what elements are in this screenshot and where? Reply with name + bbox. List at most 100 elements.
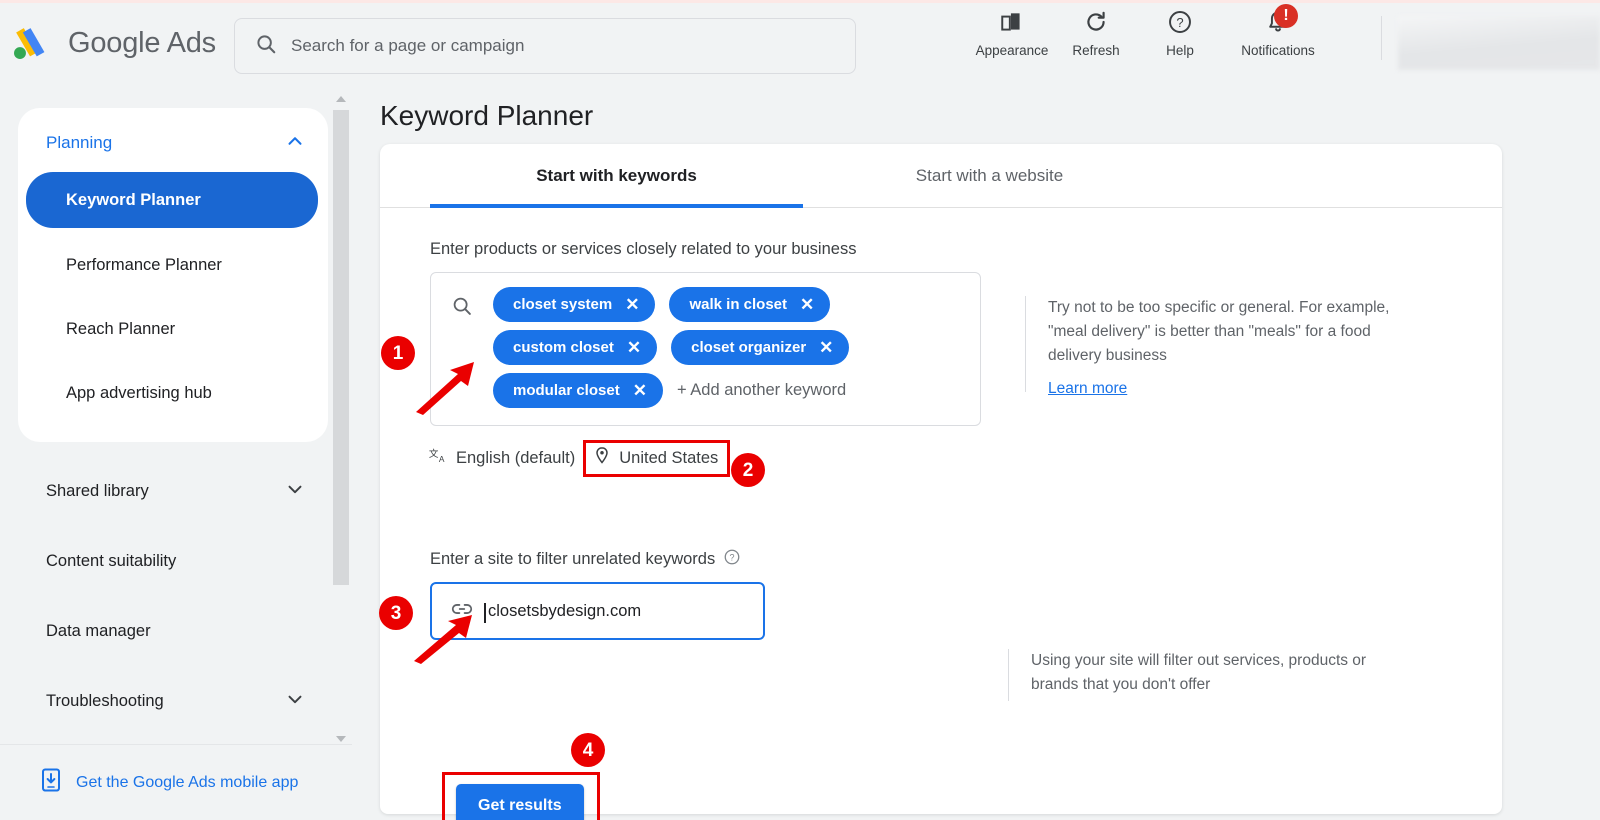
chip-remove-icon[interactable]: ✕	[625, 296, 639, 313]
keyword-chip[interactable]: custom closet ✕	[493, 330, 658, 365]
svg-text:?: ?	[1176, 15, 1183, 30]
sidebar-item-label: Reach Planner	[66, 319, 176, 338]
chip-remove-icon[interactable]: ✕	[800, 296, 814, 313]
top-bar-divider	[1381, 16, 1382, 60]
sidebar-item-reach-planner[interactable]: Reach Planner	[18, 302, 328, 356]
chip-remove-icon[interactable]: ✕	[627, 339, 641, 356]
tab-start-with-website[interactable]: Start with a website	[803, 144, 1176, 208]
chip-row: closet system ✕ walk in closet ✕	[493, 287, 964, 322]
keywords-field-label: Enter products or services closely relat…	[430, 240, 857, 258]
help-icon: ?	[1167, 8, 1193, 36]
chip-row: modular closet ✕ + Add another keyword	[493, 373, 964, 408]
top-nav-actions: Appearance Refresh ? Help ! Notification…	[970, 4, 1334, 58]
get-results-highlight: Get results	[442, 772, 600, 820]
google-ads-logo[interactable]: Google Ads	[8, 20, 216, 66]
keywords-helper-text: Try not to be too specific or general. F…	[1048, 299, 1390, 365]
search-placeholder: Search for a page or campaign	[291, 36, 525, 55]
sidebar-item-shared-library[interactable]: Shared library	[18, 463, 328, 519]
chevron-down-icon	[284, 688, 306, 715]
tab-start-with-keywords[interactable]: Start with keywords	[430, 144, 803, 208]
keywords-helper-panel: Try not to be too specific or general. F…	[1025, 296, 1425, 397]
keyword-chip[interactable]: closet system ✕	[493, 287, 656, 322]
keyword-chip[interactable]: walk in closet ✕	[669, 287, 831, 322]
keyword-chip[interactable]: closet organizer ✕	[671, 330, 850, 365]
sidebar-section-label: Data manager	[46, 621, 151, 640]
logo-ads: Ads	[166, 26, 217, 59]
refresh-button[interactable]: Refresh	[1054, 8, 1138, 58]
scroll-up-arrow-icon[interactable]	[336, 96, 346, 102]
search-icon	[255, 33, 277, 60]
appearance-icon	[999, 8, 1025, 36]
sidebar-planning-card: Planning Keyword Planner Performance Pla…	[18, 108, 328, 442]
mobile-app-link[interactable]: Get the Google Ads mobile app	[76, 774, 298, 792]
account-selector-masked[interactable]	[1398, 16, 1600, 70]
keyword-chip[interactable]: modular closet ✕	[493, 373, 663, 408]
svg-text:?: ?	[730, 552, 735, 562]
search-input[interactable]: Search for a page or campaign	[234, 18, 856, 74]
chip-label: custom closet	[513, 339, 614, 356]
text-caret	[484, 602, 486, 623]
language-selector[interactable]: 文 A English (default)	[428, 446, 575, 471]
sidebar-group-planning[interactable]: Planning	[18, 124, 328, 162]
sidebar-section-label: Content suitability	[46, 551, 177, 570]
help-circle-icon[interactable]: ?	[723, 548, 741, 571]
language-label: English (default)	[456, 449, 576, 467]
sidebar-item-troubleshooting[interactable]: Troubleshooting	[18, 673, 328, 729]
top-bar: Google Ads Search for a page or campaign	[0, 0, 1600, 88]
sidebar-section-label: Shared library	[46, 481, 149, 500]
main-content: Keyword Planner Start with keywords Star…	[352, 88, 1600, 820]
annotation-marker-4: 4	[571, 733, 605, 767]
svg-text:文: 文	[429, 448, 439, 460]
keyword-chips-box[interactable]: closet system ✕ walk in closet ✕ custom …	[430, 272, 981, 426]
sidebar-item-label: App advertising hub	[66, 383, 212, 402]
learn-more-link[interactable]: Learn more	[1048, 380, 1127, 398]
tab-label: Start with keywords	[536, 166, 697, 185]
annotation-marker-2: 2	[731, 453, 765, 487]
location-selector[interactable]: United States	[583, 440, 731, 477]
site-filter-value: closetsbydesign.com	[484, 602, 641, 623]
add-another-keyword-input[interactable]: + Add another keyword	[677, 381, 846, 400]
chip-label: walk in closet	[689, 296, 788, 313]
sidebar-group-label: Planning	[46, 133, 113, 152]
annotation-marker-1: 1	[381, 336, 415, 370]
site-filter-input[interactable]: closetsbydesign.com	[430, 582, 765, 640]
sidebar-item-app-advertising-hub[interactable]: App advertising hub	[18, 366, 328, 420]
chip-label: modular closet	[513, 382, 620, 399]
sidebar-item-content-suitability[interactable]: Content suitability	[18, 533, 328, 589]
mobile-download-icon	[40, 768, 62, 797]
active-tab-indicator	[430, 204, 803, 208]
location-label: United States	[619, 449, 719, 467]
site-field-label: Enter a site to filter unrelated keyword…	[430, 550, 716, 568]
scroll-down-arrow-icon[interactable]	[336, 736, 346, 742]
refresh-icon	[1083, 8, 1109, 36]
sidebar-item-keyword-planner[interactable]: Keyword Planner	[26, 172, 318, 228]
notifications-label: Notifications	[1241, 43, 1315, 58]
sidebar-item-performance-planner[interactable]: Performance Planner	[18, 238, 328, 292]
keyword-planner-card: Start with keywords Start with a website…	[380, 144, 1502, 820]
tab-label: Start with a website	[915, 166, 1064, 185]
chip-remove-icon[interactable]: ✕	[633, 382, 647, 399]
get-results-button[interactable]: Get results	[456, 784, 584, 820]
sidebar-section-label: Troubleshooting	[46, 691, 164, 710]
annotation-arrow-1	[416, 362, 474, 415]
notifications-badge: !	[1274, 4, 1298, 28]
appearance-button[interactable]: Appearance	[970, 8, 1054, 58]
sidebar: Planning Keyword Planner Performance Pla…	[0, 88, 352, 820]
annotation-marker-3: 3	[379, 596, 413, 630]
notifications-button[interactable]: ! Notifications	[1222, 4, 1334, 58]
location-pin-icon	[593, 446, 611, 471]
google-ads-logo-icon	[14, 28, 45, 60]
logo-wordmark: Google Ads	[68, 27, 216, 60]
chevron-up-icon	[284, 130, 306, 157]
google-ads-keyword-planner-page: Google Ads Search for a page or campaign	[0, 0, 1600, 820]
top-accent-rule	[0, 0, 1600, 3]
sidebar-item-data-manager[interactable]: Data manager	[18, 603, 328, 659]
logo-google: Google	[68, 26, 161, 59]
help-label: Help	[1166, 43, 1194, 58]
chevron-down-icon	[284, 478, 306, 505]
sidebar-scrollbar-thumb[interactable]	[333, 110, 349, 585]
translate-icon: 文 A	[428, 446, 448, 471]
help-button[interactable]: ? Help	[1138, 8, 1222, 58]
site-helper-text: Using your site will filter out services…	[1031, 652, 1367, 694]
chip-remove-icon[interactable]: ✕	[819, 339, 833, 356]
